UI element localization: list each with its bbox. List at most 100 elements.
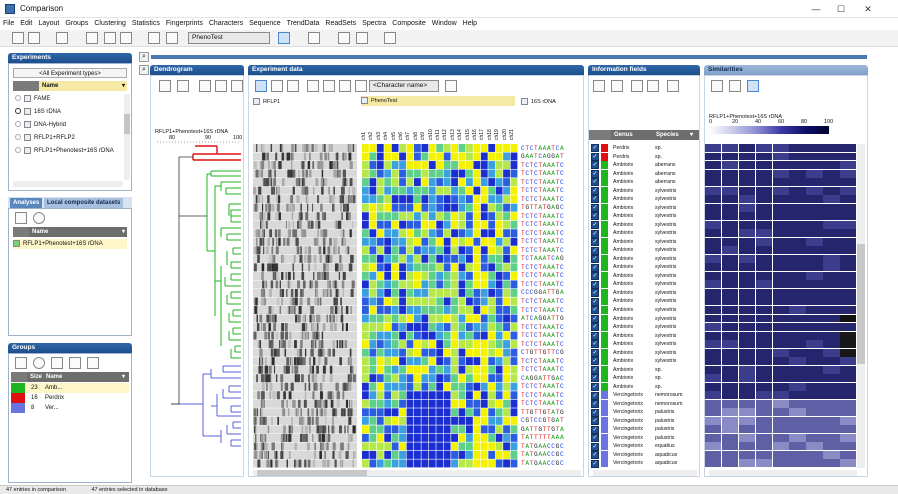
- character-name[interactable]: ch5: [391, 110, 398, 140]
- character-name[interactable]: ch6: [398, 110, 405, 140]
- row-checkbox[interactable]: ✓: [591, 212, 599, 221]
- layout2-icon[interactable]: [271, 80, 283, 92]
- row-checkbox[interactable]: ✓: [591, 434, 599, 443]
- copy-icon[interactable]: [56, 32, 68, 44]
- experiment-item[interactable]: RFLP1+Phenotest+16S rDNA: [11, 146, 114, 156]
- menu-characters[interactable]: Characters: [206, 18, 246, 30]
- menu-composite[interactable]: Composite: [389, 18, 428, 30]
- sim-tool-icon[interactable]: [711, 80, 723, 92]
- tab-analyses[interactable]: Analyses: [10, 198, 43, 208]
- info-row[interactable]: ✓ Vercingetorix palustris: [589, 416, 699, 426]
- row-checkbox[interactable]: ✓: [591, 323, 599, 332]
- experiment-item[interactable]: 16S rDNA: [11, 107, 61, 117]
- delete-icon[interactable]: [33, 212, 45, 224]
- new-group-icon[interactable]: [15, 357, 27, 369]
- group-up-icon[interactable]: [51, 357, 63, 369]
- group-down-icon[interactable]: [69, 357, 81, 369]
- row-checkbox[interactable]: ✓: [591, 382, 599, 391]
- menu-sequence[interactable]: Sequence: [246, 18, 284, 30]
- sim-view-icon[interactable]: [747, 80, 759, 92]
- info-row[interactable]: ✓ Ambiorix sylvestris: [589, 254, 699, 264]
- character-name[interactable]: ch8: [413, 110, 420, 140]
- info-row[interactable]: ✓ Ambiorix aberrans: [589, 169, 699, 179]
- window-icon[interactable]: [148, 32, 160, 44]
- character-name[interactable]: ch21: [509, 110, 516, 140]
- chevron-down-icon[interactable]: ▾: [687, 130, 699, 140]
- row-checkbox[interactable]: ✓: [591, 169, 599, 178]
- row-checkbox[interactable]: ✓: [591, 203, 599, 212]
- sim-hscrollbar[interactable]: [709, 470, 857, 476]
- tree-icon[interactable]: [338, 32, 350, 44]
- character-name[interactable]: ch7: [405, 110, 412, 140]
- menu-file[interactable]: File: [0, 18, 17, 30]
- group-export-icon[interactable]: [87, 357, 99, 369]
- row-checkbox[interactable]: ✓: [591, 220, 599, 229]
- row-checkbox[interactable]: ✓: [591, 374, 599, 383]
- row-checkbox[interactable]: ✓: [591, 161, 599, 170]
- similarity-matrix[interactable]: [705, 144, 857, 468]
- character-name[interactable]: ch14: [457, 110, 464, 140]
- info-row[interactable]: ✓ Ambiorix sylvestris: [589, 229, 699, 238]
- close-button[interactable]: ✕: [858, 2, 878, 16]
- chevron-down-icon[interactable]: ▾: [119, 372, 129, 382]
- info-row[interactable]: ✓ Vercingetorix nemorosum: [589, 399, 699, 409]
- character-name[interactable]: ch12: [442, 110, 449, 140]
- info-row[interactable]: ✓ Ambiorix sylvestris: [589, 203, 699, 213]
- info-filter-icon[interactable]: [611, 80, 623, 92]
- dendrogram-tree[interactable]: [151, 76, 243, 476]
- group-row[interactable]: 23 Amb...: [11, 383, 129, 393]
- eye-icon[interactable]: [278, 32, 290, 44]
- info-row[interactable]: ✓ Ambiorix sylvestris: [589, 246, 699, 255]
- row-checkbox[interactable]: ✓: [591, 289, 599, 298]
- new-analysis-icon[interactable]: [15, 212, 27, 224]
- paste-icon[interactable]: [104, 32, 116, 44]
- info-row[interactable]: ✓ Ambiorix sylvestris: [589, 348, 699, 358]
- info-row[interactable]: ✓ Ambiorix sylvestris: [589, 323, 699, 332]
- info-row[interactable]: ✓ Vercingetorix palustris: [589, 408, 699, 417]
- ruler-icon[interactable]: [384, 32, 396, 44]
- experiments-scrollbar[interactable]: [124, 94, 130, 180]
- character-name[interactable]: ch1: [361, 110, 368, 140]
- visibility-icon[interactable]: [15, 134, 21, 141]
- export-icon[interactable]: [166, 32, 178, 44]
- character-name[interactable]: ch3: [376, 110, 383, 140]
- info-row[interactable]: ✓ Ambiorix sylvestris: [589, 263, 699, 272]
- info-row[interactable]: ✓ Vercingetorix palustris: [589, 425, 699, 434]
- info-row[interactable]: ✓ Ambiorix sylvestris: [589, 212, 699, 221]
- group-row[interactable]: 16 Perdrix: [11, 393, 129, 403]
- character-name[interactable]: ch19: [494, 110, 501, 140]
- info-row[interactable]: ✓ Ambiorix aberrans: [589, 161, 699, 170]
- info-row[interactable]: ✓ Ambiorix sylvestris: [589, 237, 699, 247]
- table-icon[interactable]: [356, 32, 368, 44]
- row-checkbox[interactable]: ✓: [591, 263, 599, 272]
- row-checkbox[interactable]: ✓: [591, 229, 599, 238]
- experiment-hscrollbar[interactable]: [253, 470, 581, 476]
- row-checkbox[interactable]: ✓: [591, 357, 599, 366]
- info-row[interactable]: ✓ Ambiorix sylvestris: [589, 271, 699, 281]
- experiments-col-name[interactable]: Name: [39, 81, 119, 91]
- info-row[interactable]: ✓ Ambiorix aberrans: [589, 178, 699, 187]
- row-checkbox[interactable]: ✓: [591, 314, 599, 323]
- menu-groups[interactable]: Groups: [62, 18, 91, 30]
- row-checkbox[interactable]: ✓: [591, 459, 599, 468]
- info-row[interactable]: ✓ Ambiorix sp.: [589, 365, 699, 375]
- ruler-icon[interactable]: [445, 80, 457, 92]
- tab-local-composite-datasets[interactable]: Local composite datasets: [44, 198, 124, 208]
- row-checkbox[interactable]: ✓: [591, 255, 599, 264]
- info-row[interactable]: ✓ Ambiorix sylvestris: [589, 297, 699, 306]
- info-row[interactable]: ✓ Vercingetorix nemorosum: [589, 391, 699, 400]
- row-checkbox[interactable]: ✓: [591, 425, 599, 434]
- menu-statistics[interactable]: Statistics: [129, 18, 163, 30]
- row-checkbox[interactable]: ✓: [591, 451, 599, 460]
- rflp-gel[interactable]: [253, 144, 357, 468]
- visibility-icon[interactable]: [15, 121, 21, 128]
- row-checkbox[interactable]: ✓: [591, 331, 599, 340]
- print-icon[interactable]: [28, 32, 40, 44]
- info-row[interactable]: ✓ Ambiorix sylvestris: [589, 340, 699, 349]
- character-name[interactable]: ch16: [472, 110, 479, 140]
- minimize-button[interactable]: —: [806, 2, 826, 16]
- zoom-icon[interactable]: ⌕: [139, 52, 149, 62]
- row-checkbox[interactable]: ✓: [591, 297, 599, 306]
- character-name[interactable]: ch2: [368, 110, 375, 140]
- eye-icon[interactable]: [15, 108, 21, 115]
